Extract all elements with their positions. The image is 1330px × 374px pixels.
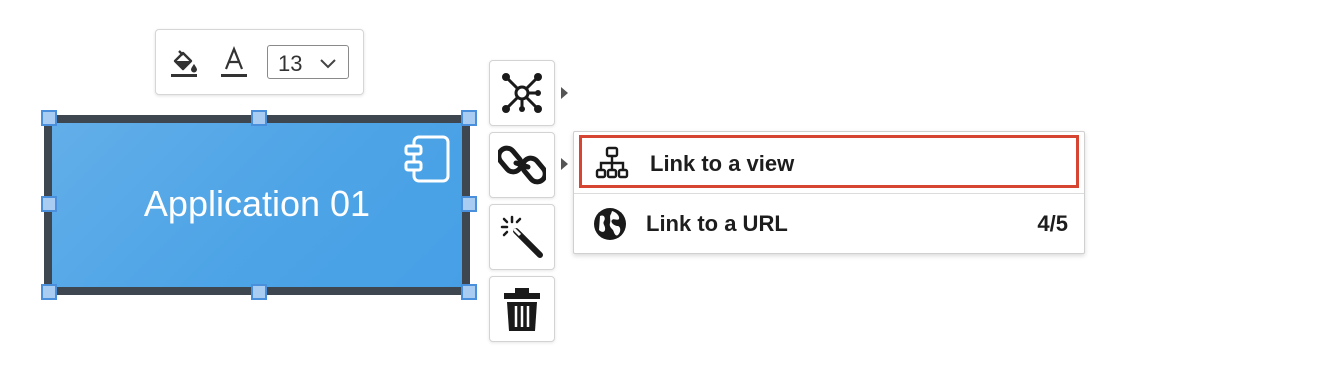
- menu-item-label: Link to a view: [650, 151, 795, 176]
- chain-link-icon: [498, 145, 546, 185]
- menu-item-link-to-url[interactable]: Link to a URL 4/5: [574, 196, 1084, 252]
- network-icon: [502, 73, 542, 113]
- submenu-arrow-icon: [561, 87, 568, 99]
- menu-divider: [574, 193, 1084, 194]
- chevron-down-icon: [320, 59, 336, 69]
- relations-button[interactable]: [489, 60, 555, 126]
- text-color-icon[interactable]: [216, 44, 252, 80]
- trash-icon: [504, 288, 540, 331]
- delete-button[interactable]: [489, 276, 555, 342]
- resize-handle-left[interactable]: [41, 196, 57, 212]
- application-element[interactable]: Application 01: [44, 115, 470, 295]
- menu-item-label: Link to a URL: [646, 211, 788, 236]
- resize-handle-top-right[interactable]: [461, 110, 477, 126]
- magic-button[interactable]: [489, 204, 555, 270]
- menu-item-link-to-view[interactable]: Link to a view: [579, 135, 1079, 188]
- font-size-select[interactable]: 13: [267, 45, 349, 79]
- sitemap-icon: [595, 146, 629, 179]
- link-menu: Link to a view Link to a URL 4/5: [573, 131, 1085, 254]
- component-icon: [404, 135, 450, 183]
- resize-handle-bottom[interactable]: [251, 284, 267, 300]
- format-toolbar: 13: [155, 29, 364, 95]
- resize-handle-top-left[interactable]: [41, 110, 57, 126]
- link-count-badge: 4/5: [1037, 211, 1068, 236]
- resize-handle-bottom-right[interactable]: [461, 284, 477, 300]
- magic-wand-icon: [500, 215, 543, 258]
- link-button[interactable]: [489, 132, 555, 198]
- resize-handle-top[interactable]: [251, 110, 267, 126]
- element-label: Application 01: [143, 183, 371, 224]
- resize-handle-right[interactable]: [461, 196, 477, 212]
- resize-handle-bottom-left[interactable]: [41, 284, 57, 300]
- font-size-value: 13: [278, 51, 303, 76]
- globe-icon: [594, 208, 626, 240]
- paint-bucket-icon[interactable]: [166, 44, 202, 80]
- submenu-arrow-icon: [561, 158, 568, 170]
